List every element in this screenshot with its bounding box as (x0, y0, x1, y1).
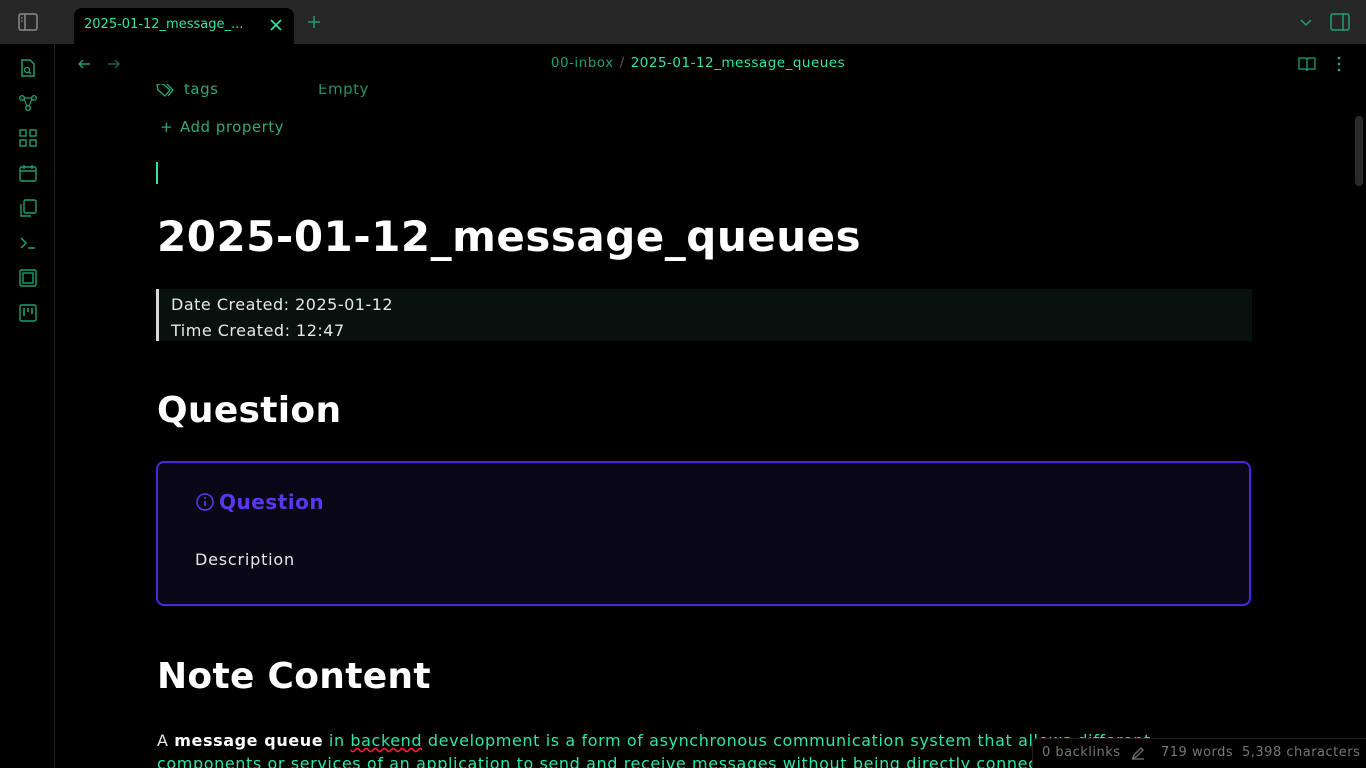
ribbon (0, 44, 55, 768)
backlinks-count[interactable]: 0 backlinks (1042, 745, 1121, 760)
tags-icon (156, 84, 174, 97)
callout-title: Question (219, 490, 325, 514)
sidebar-toggle-icon[interactable] (18, 13, 38, 31)
tab-active[interactable]: 2025-01-12_message_... (74, 8, 294, 44)
pencil-icon[interactable] (1131, 746, 1145, 760)
metadata-blockquote: Date Created: 2025-01-12 Time Created: 1… (156, 289, 1252, 341)
note-title: 2025-01-12_message_queues (157, 212, 862, 261)
chevron-down-icon[interactable] (1298, 14, 1314, 30)
blocks-icon[interactable] (18, 128, 38, 148)
paragraph-line-1: A message queue in backend development i… (157, 729, 1157, 752)
add-property-button[interactable]: + Add property (160, 118, 284, 136)
question-callout[interactable]: Question Description (156, 461, 1251, 606)
paragraph-line-2: components or services of an application… (157, 754, 1066, 768)
info-icon (196, 493, 214, 511)
text-cursor (156, 162, 158, 184)
close-icon[interactable] (268, 17, 284, 33)
text-a: A (157, 731, 175, 750)
callout-body: Description (195, 550, 295, 569)
breadcrumb-file[interactable]: 2025-01-12_message_queues (631, 55, 845, 71)
plus-icon: + (160, 118, 174, 136)
bold-term: message queue (174, 731, 324, 750)
heading-question: Question (157, 390, 342, 431)
word-count: 719 words (1161, 745, 1234, 760)
tab-title: 2025-01-12_message_... (84, 17, 244, 32)
kanban-icon[interactable] (18, 303, 38, 323)
date-created: Date Created: 2025-01-12 (171, 295, 394, 314)
tab-bar: 2025-01-12_message_... (0, 0, 1366, 44)
character-count: 5,398 characters (1242, 745, 1361, 760)
layers-icon[interactable] (18, 268, 38, 288)
status-bar: 0 backlinks 719 words 5,398 characters (1032, 738, 1366, 768)
graph-icon[interactable] (18, 93, 38, 113)
breadcrumb: 00-inbox / 2025-01-12_message_queues (0, 55, 1366, 71)
breadcrumb-separator: / (619, 55, 625, 71)
heading-note-content: Note Content (157, 656, 431, 697)
text-in: in (323, 731, 351, 750)
right-sidebar-icon[interactable] (1330, 13, 1350, 31)
copy-icon[interactable] (18, 198, 38, 218)
terminal-icon[interactable] (18, 233, 38, 253)
property-value[interactable]: Empty (318, 84, 369, 98)
editor[interactable]: tags Empty + Add property 2025-01-12_mess… (56, 84, 1352, 768)
calendar-icon[interactable] (18, 163, 38, 183)
misspelled-word[interactable]: backend (350, 731, 422, 750)
paragraph: A message queue in backend development i… (157, 729, 1157, 768)
breadcrumb-folder[interactable]: 00-inbox (551, 55, 614, 71)
time-created: Time Created: 12:47 (171, 321, 345, 340)
scrollbar[interactable] (1355, 116, 1363, 186)
plus-icon[interactable] (306, 14, 322, 30)
property-key[interactable]: tags (184, 84, 218, 98)
add-property-label: Add property (180, 118, 285, 136)
